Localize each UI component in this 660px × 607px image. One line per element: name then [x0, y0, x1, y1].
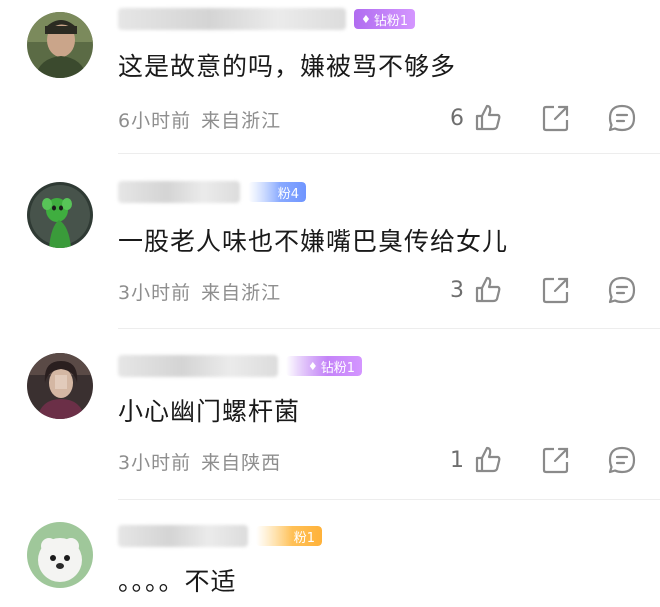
like-count: 1 [450, 448, 464, 473]
thumbs-up-icon[interactable] [472, 444, 504, 476]
avatar[interactable] [27, 12, 93, 78]
share-icon[interactable] [540, 102, 572, 134]
avatar[interactable] [27, 522, 93, 588]
fan-badge-label: 粉4 [277, 186, 299, 202]
fan-badge: 粉1 [256, 526, 322, 546]
comment-meta: 3小时前 来自浙江 [118, 278, 281, 305]
comment-actions: 1 [430, 444, 660, 480]
comment-location: 来自陕西 [201, 452, 282, 474]
username-row: ♦ 钻粉1 [118, 352, 362, 380]
divider [118, 328, 660, 329]
comment-actions: 6 [430, 102, 660, 138]
thumbs-up-icon[interactable] [472, 274, 504, 306]
username-row: 粉4 [118, 178, 306, 206]
username-blurred[interactable] [118, 181, 240, 203]
fan-badge-label: 粉1 [293, 530, 315, 546]
like-count: 3 [450, 278, 464, 303]
username-blurred[interactable] [118, 525, 248, 547]
comment-bubble-icon[interactable] [606, 444, 638, 476]
comment-text: 一股老人味也不嫌嘴巴臭传给女儿 [118, 227, 509, 256]
share-icon[interactable] [540, 274, 572, 306]
fan-badge: ♦ 钻粉1 [354, 9, 416, 29]
comment-actions: 3 [430, 274, 660, 310]
divider [118, 499, 660, 500]
thumbs-up-icon[interactable] [472, 102, 504, 134]
username-blurred[interactable] [118, 355, 278, 377]
fan-badge: 粉4 [248, 182, 306, 202]
share-icon[interactable] [540, 444, 572, 476]
comment-time: 3小时前 [118, 452, 192, 474]
fan-badge-label: 钻粉1 [373, 13, 409, 29]
comment-time: 3小时前 [118, 282, 192, 304]
comment-meta: 6小时前 来自浙江 [118, 106, 281, 133]
username-row: 粉1 [118, 522, 322, 550]
fan-badge: ♦ 钻粉1 [286, 356, 362, 376]
comment-bubble-icon[interactable] [606, 102, 638, 134]
diamond-icon: ♦ [307, 359, 318, 373]
avatar[interactable] [27, 182, 93, 248]
comment-location: 来自浙江 [201, 110, 282, 132]
comment-time: 6小时前 [118, 110, 192, 132]
comment-bubble-icon[interactable] [606, 274, 638, 306]
like-count: 6 [450, 106, 464, 131]
comment-location: 来自浙江 [201, 282, 282, 304]
avatar[interactable] [27, 353, 93, 419]
comment-meta: 3小时前 来自陕西 [118, 448, 281, 475]
comment-text: 。。。。不适 [118, 567, 237, 596]
comment-text: 这是故意的吗，嫌被骂不够多 [118, 52, 457, 81]
divider [118, 153, 660, 154]
comment-text: 小心幽门螺杆菌 [118, 397, 301, 426]
fan-badge-label: 钻粉1 [320, 360, 355, 376]
username-blurred[interactable] [118, 8, 346, 30]
username-row: ♦ 钻粉1 [118, 5, 416, 33]
diamond-icon: ♦ [361, 12, 371, 26]
